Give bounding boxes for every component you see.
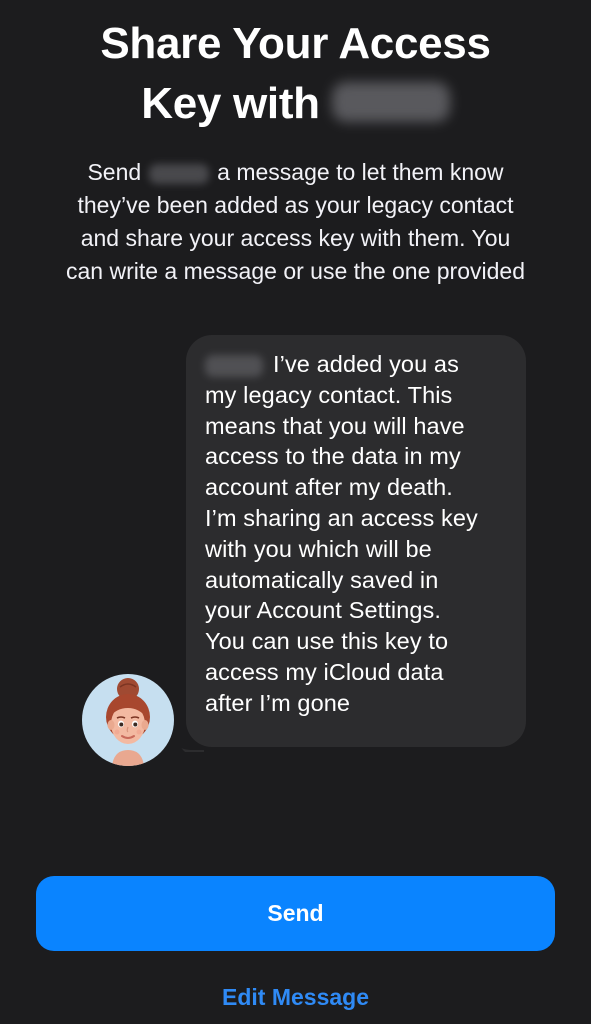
message-line: account after my death.	[205, 474, 453, 501]
description-text: Send a message to let them know they’ve b…	[0, 156, 591, 288]
message-line: You can use this key to	[205, 628, 449, 655]
message-line: my legacy contact. This	[205, 381, 453, 408]
description-line-1: Send a message to let them know	[0, 156, 591, 189]
redacted-contact-name-inline	[149, 163, 210, 184]
message-line: your Account Settings.	[205, 597, 442, 624]
page-title-line-1: Share Your Access	[100, 19, 491, 68]
send-button[interactable]: Send	[36, 876, 555, 951]
message-line: access my iCloud data	[205, 658, 444, 685]
message-line: after I’m gone	[205, 689, 351, 716]
description-prefix: Send	[87, 159, 142, 185]
memoji-avatar-icon	[82, 674, 174, 766]
description-suffix: a message to let them know	[217, 159, 504, 185]
page-title-prefix: Key with	[141, 79, 320, 128]
message-bubble: I’ve added you as my legacy contact. Thi…	[186, 335, 526, 747]
memoji-avatar-graphic	[106, 678, 150, 766]
message-line: with you which will be	[205, 535, 432, 562]
message-line: automatically saved in	[205, 566, 439, 593]
edit-message-link[interactable]: Edit Message	[0, 984, 591, 1011]
message-line-first: I’ve added you as	[273, 351, 459, 377]
description-line-2: they’ve been added as your legacy contac…	[77, 192, 514, 218]
message-line: I’ve added you as	[205, 349, 508, 380]
page-title: Share Your Access Key with	[0, 14, 591, 134]
message-line: access to the data in my	[205, 443, 461, 470]
page-title-line-2: Key with	[0, 74, 591, 134]
description-line-3: and share your access key with them. You	[80, 225, 511, 251]
description-line-4: can write a message or use the one provi…	[66, 258, 525, 284]
message-line: means that you will have	[205, 412, 465, 439]
redacted-contact-name	[331, 82, 450, 123]
redacted-contact-name-message	[205, 354, 263, 377]
message-line: I’m sharing an access key	[205, 504, 478, 531]
message-text: I’ve added you as my legacy contact. Thi…	[205, 349, 508, 719]
